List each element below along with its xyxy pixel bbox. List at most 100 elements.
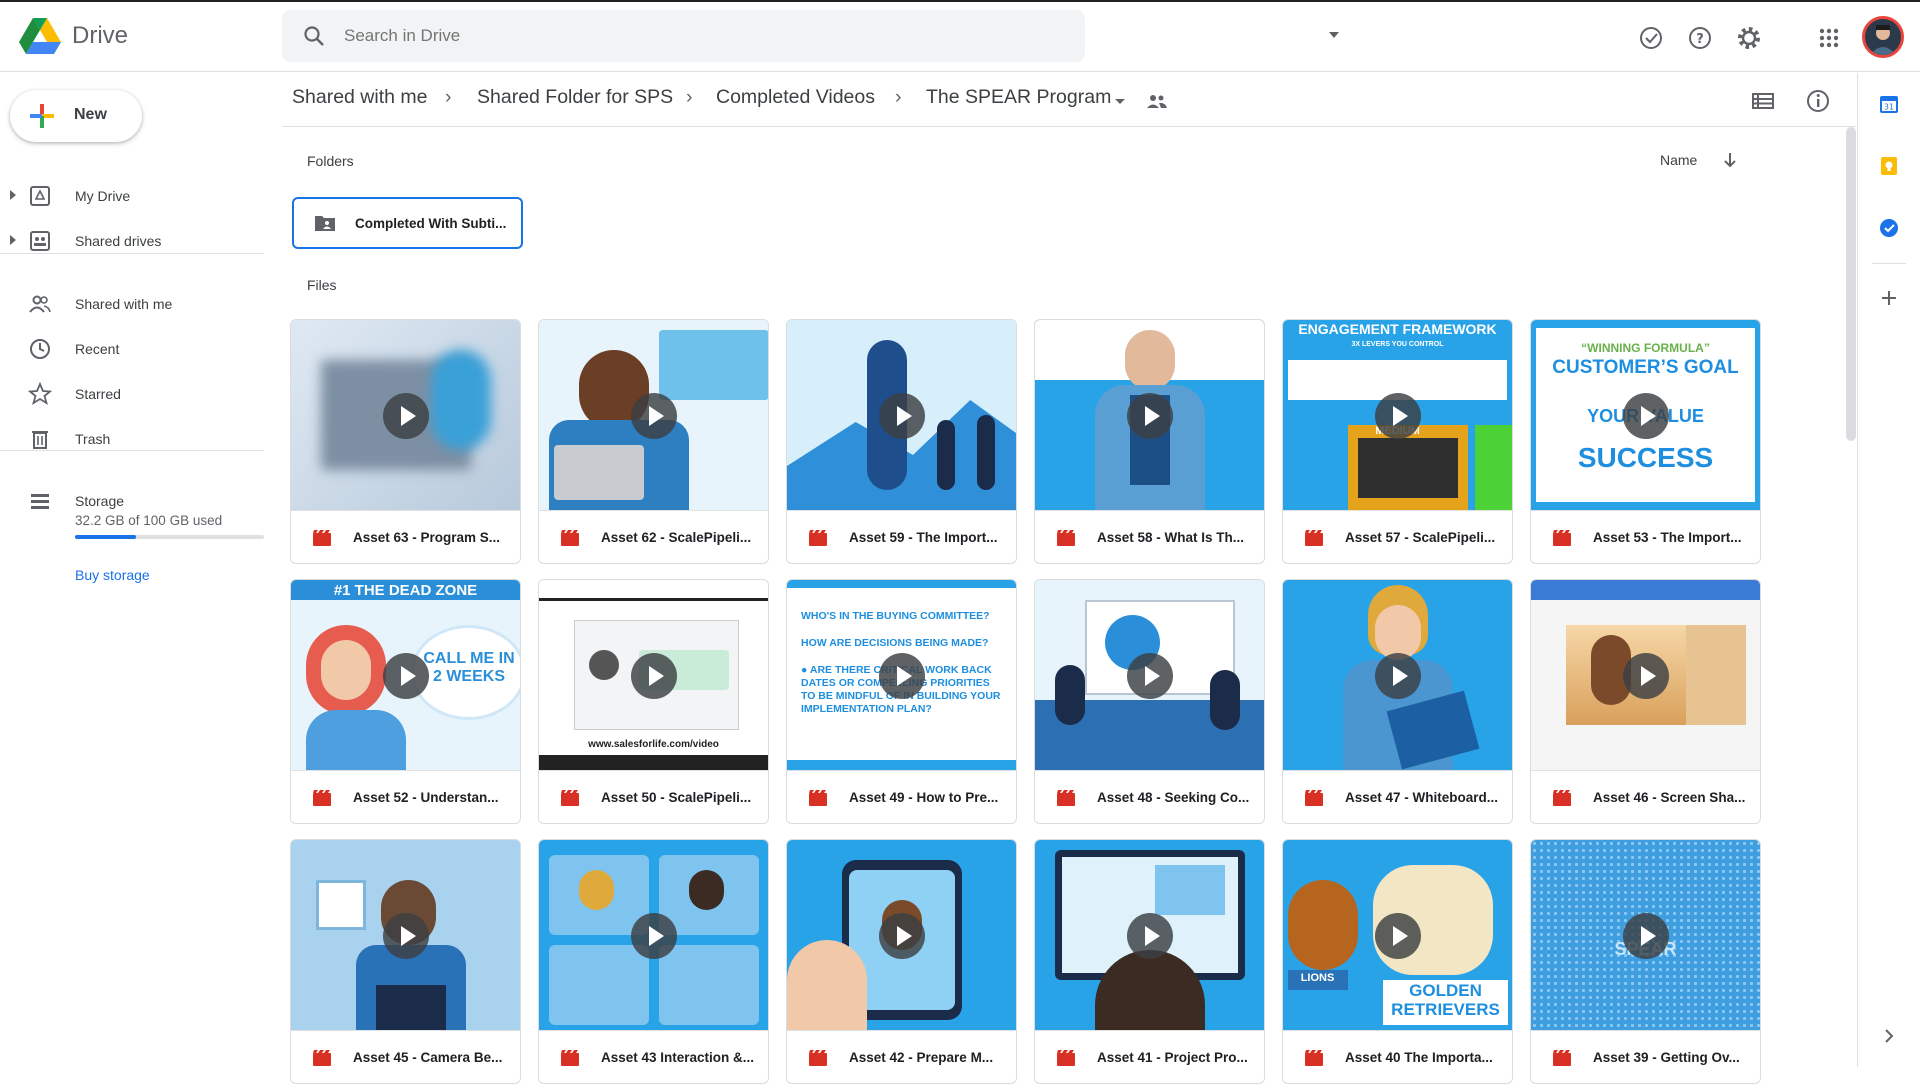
- file-name: Asset 40 The Importa...: [1345, 1050, 1493, 1065]
- add-addon-plus-icon[interactable]: [1878, 287, 1900, 309]
- expand-arrow-icon[interactable]: [10, 190, 16, 200]
- video-thumbnail: [291, 840, 520, 1030]
- video-thumbnail: ENGAGEMENT FRAMEWORK 3X LEVERS YOU CONTR…: [1283, 320, 1512, 510]
- file-card[interactable]: Asset 62 - ScalePipeli...: [538, 319, 769, 564]
- keep-notes-icon[interactable]: [1878, 155, 1900, 177]
- file-card[interactable]: Asset 63 - Program S...: [290, 319, 521, 564]
- file-card[interactable]: #1 THE DEAD ZONE CALL ME IN 2 WEEKS Asse…: [290, 579, 521, 824]
- file-card[interactable]: ENGAGEMENT FRAMEWORK 3X LEVERS YOU CONTR…: [1282, 319, 1513, 564]
- video-thumbnail: LIONS GOLDEN RETRIEVERS: [1283, 840, 1512, 1030]
- play-icon: [383, 393, 429, 439]
- file-card[interactable]: LIONS GOLDEN RETRIEVERS Asset 40 The Imp…: [1282, 839, 1513, 1084]
- offline-ready-icon[interactable]: [1637, 24, 1665, 52]
- file-name: Asset 49 - How to Pre...: [849, 790, 999, 805]
- vertical-scrollbar[interactable]: [1846, 127, 1856, 441]
- info-icon[interactable]: [1804, 87, 1832, 115]
- breadcrumb-item[interactable]: Shared with me: [292, 86, 427, 109]
- nav-shared-with-me[interactable]: Shared with me: [0, 284, 272, 324]
- search-icon[interactable]: [302, 24, 326, 48]
- thumbnail-text: WHO'S IN THE BUYING COMMITTEE?: [801, 610, 990, 622]
- video-thumbnail: [1035, 580, 1264, 770]
- folder-item[interactable]: Completed With Subti...: [292, 197, 523, 249]
- file-card[interactable]: “WINNING FORMULA” CUSTOMER’S GOAL YOUR V…: [1530, 319, 1761, 564]
- new-button[interactable]: New: [10, 90, 142, 142]
- play-icon: [383, 913, 429, 959]
- file-name: Asset 47 - Whiteboard...: [1345, 790, 1499, 805]
- file-name: Asset 53 - The Import...: [1593, 530, 1742, 545]
- file-card[interactable]: Asset 59 - The Import...: [786, 319, 1017, 564]
- drive-logo-icon[interactable]: [18, 16, 62, 56]
- play-icon: [879, 393, 925, 439]
- play-icon: [383, 653, 429, 699]
- file-card[interactable]: WHO'S IN THE BUYING COMMITTEE? HOW ARE D…: [786, 579, 1017, 824]
- video-file-icon: [1305, 790, 1323, 806]
- nav-label: Starred: [75, 386, 121, 402]
- nav-recent[interactable]: Recent: [0, 329, 272, 369]
- video-file-icon: [1057, 1050, 1075, 1066]
- chevron-right-icon: ›: [895, 86, 902, 108]
- video-file-icon: [1305, 1050, 1323, 1066]
- sort-by-name-button[interactable]: Name: [1660, 152, 1697, 168]
- nav-my-drive[interactable]: My Drive: [0, 176, 272, 216]
- left-nav: New My Drive Shared drives Shared with m…: [0, 73, 272, 1067]
- video-thumbnail: [291, 320, 520, 510]
- account-avatar[interactable]: [1862, 16, 1904, 58]
- nav-starred[interactable]: Starred: [0, 374, 272, 414]
- file-caption: Asset 53 - The Import...: [1531, 510, 1760, 563]
- file-name: Asset 58 - What Is Th...: [1097, 530, 1245, 545]
- file-card[interactable]: Asset 47 - Whiteboard...: [1282, 579, 1513, 824]
- breadcrumb-item[interactable]: Shared Folder for SPS: [477, 86, 673, 109]
- search-options-caret-icon[interactable]: [1322, 10, 1346, 62]
- new-button-label: New: [74, 106, 107, 123]
- shared-people-icon[interactable]: [1146, 92, 1168, 110]
- nav-label: My Drive: [75, 188, 131, 204]
- chevron-right-icon[interactable]: [1880, 1027, 1898, 1045]
- calendar-icon[interactable]: 31: [1878, 93, 1900, 115]
- buy-storage-link[interactable]: Buy storage: [75, 567, 150, 583]
- video-thumbnail: [787, 840, 1016, 1030]
- file-card[interactable]: Asset 45 - Camera Be...: [290, 839, 521, 1084]
- video-thumbnail: [539, 320, 768, 510]
- nav-divider: [0, 450, 264, 451]
- file-card[interactable]: Asset 43 Interaction &...: [538, 839, 769, 1084]
- sort-direction-arrow-icon[interactable]: [1720, 150, 1740, 170]
- breadcrumb-current-folder[interactable]: The SPEAR Program: [926, 86, 1111, 109]
- toolbar-divider: [282, 126, 1856, 127]
- play-icon: [1623, 393, 1669, 439]
- file-caption: Asset 41 - Project Pro...: [1035, 1030, 1264, 1083]
- files-section-label: Files: [307, 277, 337, 293]
- file-name: Asset 43 Interaction &...: [601, 1050, 755, 1065]
- settings-gear-icon[interactable]: [1735, 24, 1763, 52]
- play-icon: [1623, 653, 1669, 699]
- file-card[interactable]: Asset 58 - What Is Th...: [1034, 319, 1265, 564]
- file-card[interactable]: SPEAR Asset 39 - Getting Ov...: [1530, 839, 1761, 1084]
- file-card[interactable]: Asset 46 - Screen Sha...: [1530, 579, 1761, 824]
- nav-shared-drives[interactable]: Shared drives: [0, 221, 272, 261]
- file-card[interactable]: Asset 48 - Seeking Co...: [1034, 579, 1265, 824]
- folder-name: Completed With Subti...: [355, 216, 507, 231]
- search-input[interactable]: [344, 10, 1024, 62]
- play-icon: [879, 653, 925, 699]
- breadcrumb-item[interactable]: Completed Videos: [716, 86, 875, 109]
- file-name: Asset 41 - Project Pro...: [1097, 1050, 1248, 1065]
- storage-bar-fill: [75, 535, 136, 539]
- video-thumbnail: [1035, 320, 1264, 510]
- folder-menu-caret-icon[interactable]: [1112, 93, 1128, 109]
- file-name: Asset 46 - Screen Sha...: [1593, 790, 1746, 805]
- file-card[interactable]: www.salesforlife.com/video Asset 50 - Sc…: [538, 579, 769, 824]
- file-card[interactable]: Asset 42 - Prepare M...: [786, 839, 1017, 1084]
- play-icon: [631, 393, 677, 439]
- video-thumbnail: #1 THE DEAD ZONE CALL ME IN 2 WEEKS: [291, 580, 520, 770]
- video-file-icon: [313, 530, 331, 546]
- nav-trash[interactable]: Trash: [0, 419, 272, 459]
- expand-arrow-icon[interactable]: [10, 235, 16, 245]
- search-bar[interactable]: [282, 10, 1339, 62]
- help-icon[interactable]: ?: [1686, 24, 1714, 52]
- apps-grid-icon[interactable]: [1815, 24, 1843, 52]
- thumbnail-title: ENGAGEMENT FRAMEWORK: [1298, 321, 1497, 337]
- file-name: Asset 45 - Camera Be...: [353, 1050, 503, 1065]
- file-card[interactable]: Asset 41 - Project Pro...: [1034, 839, 1265, 1084]
- svg-text:?: ?: [1696, 32, 1704, 47]
- tasks-icon[interactable]: [1878, 217, 1900, 239]
- list-view-icon[interactable]: [1750, 88, 1776, 114]
